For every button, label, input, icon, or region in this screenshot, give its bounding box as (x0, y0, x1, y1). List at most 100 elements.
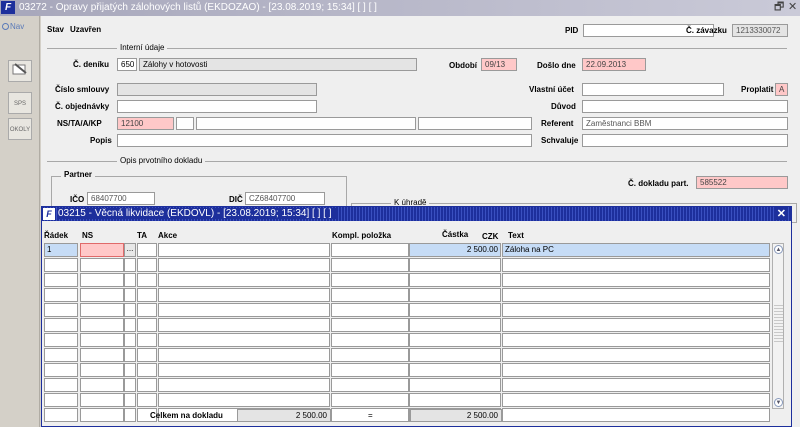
grid-cell-ta[interactable] (137, 243, 157, 257)
grid-cell-akce[interactable] (158, 258, 330, 272)
grid-cell-ns[interactable] (80, 348, 124, 362)
grid-cell-radek[interactable] (44, 408, 78, 422)
grid-cell-ns[interactable] (80, 243, 124, 257)
scroll-thumb[interactable] (774, 304, 783, 344)
grid-cell-kompl[interactable] (331, 378, 409, 392)
grid-cell-ta[interactable] (137, 318, 157, 332)
grid-cell-kompl[interactable] (331, 303, 409, 317)
grid-cell-ta[interactable] (137, 258, 157, 272)
grid-cell-castka[interactable] (409, 378, 501, 392)
grid-cell-text[interactable] (502, 378, 770, 392)
grid-cell-castka[interactable] (409, 288, 501, 302)
grid-cell-ta[interactable] (137, 303, 157, 317)
grid-cell-text[interactable] (502, 393, 770, 407)
close-window-button[interactable]: ✕ (788, 2, 797, 13)
grid-cell-radek[interactable] (44, 393, 78, 407)
grid-cell-radek[interactable] (44, 378, 78, 392)
popis-field[interactable] (117, 134, 532, 147)
grid-cell-ns[interactable] (80, 333, 124, 347)
grid-cell-castka[interactable] (409, 273, 501, 287)
ta-field[interactable] (176, 117, 194, 130)
c-dokladu-part-field[interactable]: 585522 (696, 176, 788, 189)
grid-cell-radek[interactable] (44, 363, 78, 377)
grid-cell-kompl[interactable] (331, 348, 409, 362)
grid-cell-castka[interactable] (409, 393, 501, 407)
grid-cell-radek[interactable] (44, 303, 78, 317)
grid-cell-radek[interactable]: 1 (44, 243, 78, 257)
grid-scrollbar[interactable]: ▲ ▼ (772, 243, 784, 409)
grid-cell-text[interactable] (502, 303, 770, 317)
grid-cell-ta[interactable] (137, 378, 157, 392)
grid-cell-kompl[interactable] (331, 393, 409, 407)
grid-cell-text[interactable] (502, 348, 770, 362)
grid-cell-castka[interactable] (409, 363, 501, 377)
okoly-tool-button[interactable]: OKOLY (8, 118, 32, 140)
ns-field[interactable]: 12100 (117, 117, 174, 130)
grid-cell-akce[interactable] (158, 348, 330, 362)
grid-cell-kompl[interactable] (331, 318, 409, 332)
grid-cell-kompl[interactable] (331, 363, 409, 377)
scroll-down-icon[interactable]: ▼ (774, 398, 783, 407)
grid-cell-text[interactable] (502, 408, 770, 422)
grid-cell-ns[interactable] (80, 363, 124, 377)
grid-cell-ta[interactable] (137, 273, 157, 287)
grid-cell-ns[interactable] (80, 288, 124, 302)
grid-cell-text[interactable] (502, 273, 770, 287)
referent-field[interactable]: Zaměstnanci BBM (582, 117, 788, 130)
grid-cell-text[interactable] (502, 363, 770, 377)
grid-cell-castka[interactable] (409, 318, 501, 332)
nav-button[interactable]: Nav (2, 22, 24, 31)
grid-cell-radek[interactable] (44, 348, 78, 362)
grid-cell-ns[interactable] (80, 408, 124, 422)
dic-field[interactable]: CZ68407700 (245, 192, 325, 205)
grid-cell-ta[interactable] (137, 288, 157, 302)
grid-cell-ta[interactable] (137, 393, 157, 407)
grid-cell-kompl[interactable] (331, 243, 409, 257)
grid-cell-akce[interactable] (158, 318, 330, 332)
grid-cell-akce[interactable] (158, 273, 330, 287)
grid-cell-text[interactable] (502, 258, 770, 272)
grid-cell-akce[interactable] (158, 333, 330, 347)
grid-cell-castka[interactable] (409, 333, 501, 347)
ico-field[interactable]: 68407700 (87, 192, 155, 205)
grid-cell-castka[interactable]: 2 500.00 (409, 243, 501, 257)
grid-cell-akce[interactable] (158, 363, 330, 377)
grid-cell-ta[interactable] (137, 363, 157, 377)
grid-cell-ta[interactable] (137, 333, 157, 347)
grid-cell-akce[interactable] (158, 393, 330, 407)
grid-cell-castka[interactable] (409, 258, 501, 272)
akce-field[interactable] (196, 117, 416, 130)
grid-cell-text[interactable] (502, 288, 770, 302)
grid-cell-kompl[interactable] (331, 288, 409, 302)
proplatit-field[interactable]: A (775, 83, 788, 96)
grid-cell-text[interactable] (502, 318, 770, 332)
doslo-dne-field[interactable]: 22.09.2013 (582, 58, 646, 71)
grid-cell-ns[interactable] (80, 258, 124, 272)
cislo-smlouvy-field[interactable] (117, 83, 317, 96)
c-deniku-field[interactable]: 650 (117, 58, 137, 71)
grid-cell-radek[interactable] (44, 288, 78, 302)
grid-cell-akce[interactable] (158, 288, 330, 302)
grid-cell-ns[interactable] (80, 378, 124, 392)
grid-cell-kompl[interactable] (331, 273, 409, 287)
grid-cell-ta[interactable] (137, 348, 157, 362)
grid-cell-ns[interactable] (80, 318, 124, 332)
obdobi-field[interactable]: 09/13 (481, 58, 517, 71)
grid-cell-ns[interactable] (80, 273, 124, 287)
grid-cell-castka[interactable] (409, 303, 501, 317)
restore-window-button[interactable]: 🗗 (774, 2, 784, 13)
c-objednavky-field[interactable] (117, 100, 317, 113)
grid-cell-kompl[interactable] (331, 333, 409, 347)
sps-tool-button[interactable]: SPS (8, 92, 32, 114)
grid-cell-text[interactable] (502, 333, 770, 347)
grid-cell-akce[interactable] (158, 378, 330, 392)
scroll-up-icon[interactable]: ▲ (774, 245, 783, 254)
grid-cell-ns[interactable] (80, 303, 124, 317)
grid-cell-radek[interactable] (44, 333, 78, 347)
grid-cell-text[interactable]: Záloha na PC (502, 243, 770, 257)
vlastni-ucet-field[interactable] (582, 83, 724, 96)
c-zavazku-field[interactable]: 1213330072 (732, 24, 788, 37)
grid-cell-ns[interactable] (80, 393, 124, 407)
grid-cell-akce[interactable] (158, 243, 330, 257)
grid-cell-radek[interactable] (44, 258, 78, 272)
